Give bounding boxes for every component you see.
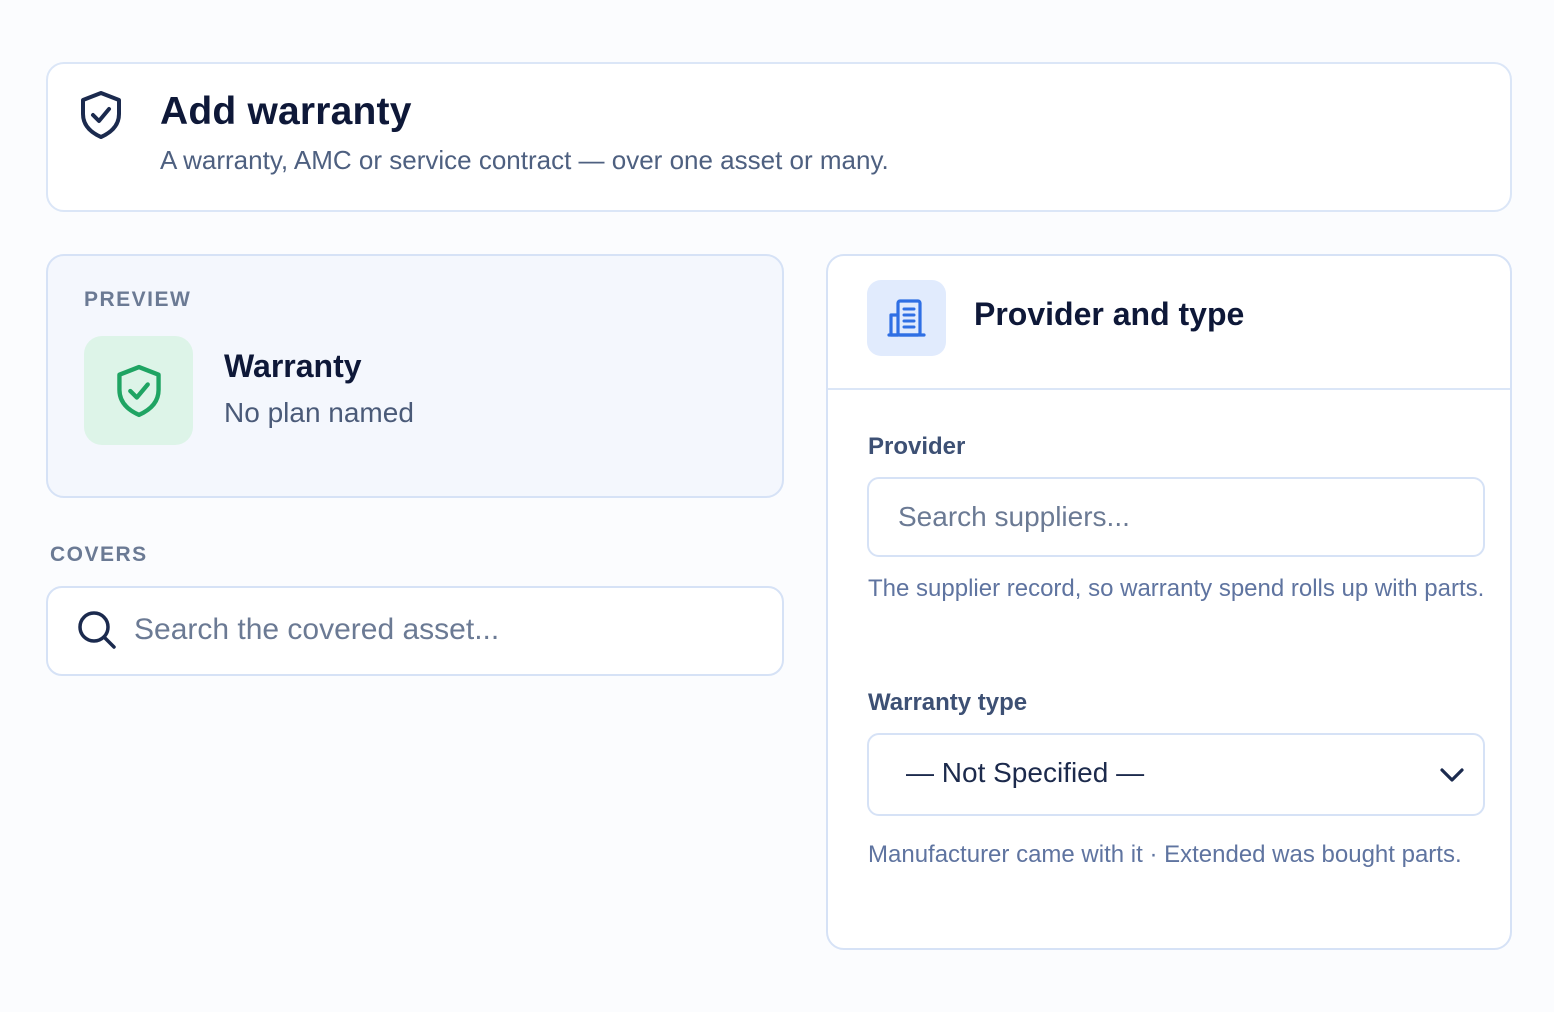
- warranty-type-selected-value[interactable]: — Not Specified —: [906, 757, 1144, 789]
- divider: [828, 388, 1510, 390]
- warranty-type-label: Warranty type: [868, 689, 1028, 716]
- preview-title: Warranty: [224, 348, 362, 384]
- provider-type-title: Provider and type: [974, 296, 1245, 332]
- preview-section-label: PREVIEW: [84, 288, 192, 311]
- provider-search-input[interactable]: [898, 490, 1468, 544]
- page-subtitle: A warranty, AMC or service contract — ov…: [160, 145, 889, 175]
- covers-section-label: COVERS: [50, 543, 148, 566]
- shield-check-icon: [116, 364, 161, 417]
- preview-badge: [84, 336, 193, 445]
- search-icon: [78, 611, 116, 649]
- provider-badge: [867, 280, 946, 356]
- provider-hint: The supplier record, so warranty spend r…: [868, 575, 1485, 602]
- shield-check-icon: [81, 91, 121, 139]
- building-icon: [886, 299, 926, 337]
- header-card: [46, 62, 1512, 212]
- chevron-down-icon[interactable]: [1438, 764, 1466, 786]
- provider-label: Provider: [868, 433, 966, 460]
- covered-asset-search-input[interactable]: [134, 600, 764, 660]
- warranty-type-hint: Manufacturer came with it · Extended was…: [868, 841, 1462, 868]
- page-title: Add warranty: [160, 90, 412, 133]
- preview-subtitle: No plan named: [224, 397, 414, 428]
